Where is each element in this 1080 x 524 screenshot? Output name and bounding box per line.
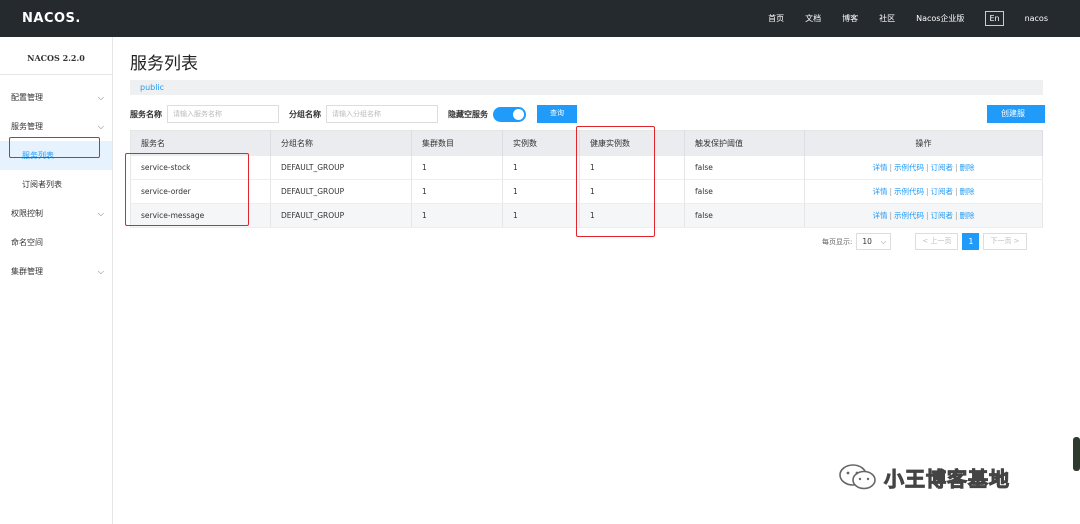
protect-threshold-cell: false xyxy=(684,179,805,204)
col-protect-threshold[interactable]: 触发保护阈值 xyxy=(684,130,805,156)
nav-enterprise[interactable]: Nacos企业版 xyxy=(916,13,964,24)
subscriber-link[interactable]: 订阅者 xyxy=(931,187,954,196)
op-separator: | xyxy=(925,211,929,220)
instance-count-cell: 1 xyxy=(502,203,580,228)
next-page-button[interactable]: 下一页 > xyxy=(983,233,1027,250)
group-name-cell: DEFAULT_GROUP xyxy=(270,203,412,228)
service-name-label: 服务名称 xyxy=(130,109,162,119)
nav-docs[interactable]: 文档 xyxy=(805,13,821,24)
sidebar-item-label: 配置管理 xyxy=(11,93,43,102)
watermark-text: 小王博客基地 xyxy=(884,466,1010,491)
cluster-count-cell: 1 xyxy=(411,179,503,204)
sample-code-link[interactable]: 示例代码 xyxy=(894,211,924,220)
col-cluster-count[interactable]: 集群数目 xyxy=(411,130,503,156)
delete-link[interactable]: 删除 xyxy=(960,187,975,196)
op-separator: | xyxy=(925,187,929,196)
detail-link[interactable]: 详情 xyxy=(872,211,887,220)
protect-threshold-cell: false xyxy=(684,203,805,228)
sidebar-item-label: 订阅者列表 xyxy=(22,180,62,189)
operations-cell: 详情 | 示例代码 | 订阅者 | 删除 xyxy=(804,179,1043,204)
group-name-input[interactable]: 请输入分组名称 xyxy=(326,105,438,123)
user-name[interactable]: nacos xyxy=(1025,14,1048,23)
sidebar-item-label: 服务管理 xyxy=(11,122,43,131)
detail-link[interactable]: 详情 xyxy=(872,163,887,172)
col-instance-count[interactable]: 实例数 xyxy=(502,130,580,156)
op-separator: | xyxy=(955,211,958,220)
per-page-value: 10 xyxy=(862,237,872,246)
highlight-box-service-names xyxy=(125,153,249,226)
op-separator: | xyxy=(955,187,958,196)
op-separator: | xyxy=(889,162,892,172)
delete-link[interactable]: 删除 xyxy=(960,163,975,172)
page-title: 服务列表 xyxy=(130,54,198,74)
language-toggle[interactable]: En xyxy=(985,11,1004,26)
nav-home[interactable]: 首页 xyxy=(768,13,784,24)
sidebar-item-namespace[interactable]: 命名空间 xyxy=(0,228,112,257)
op-separator: | xyxy=(889,211,892,220)
sidebar-item-cluster-management[interactable]: 集群管理 ⌵ xyxy=(0,257,112,286)
sample-code-link[interactable]: 示例代码 xyxy=(894,163,924,172)
op-separator: | xyxy=(925,162,929,172)
cluster-count-cell: 1 xyxy=(411,203,503,228)
chevron-down-icon: ⌵ xyxy=(880,237,887,246)
pagination: 每页显示: 10 ⌵ < 上一页 1 下一页 > xyxy=(822,233,1031,250)
top-navbar: NACOS. 首页 文档 博客 社区 Nacos企业版 En nacos xyxy=(0,0,1080,37)
col-service-name[interactable]: 服务名 xyxy=(130,130,271,156)
per-page-label: 每页显示: xyxy=(822,237,853,246)
main-content: 服务列表 public 服务名称 请输入服务名称 分组名称 请输入分组名称 隐藏… xyxy=(130,37,1045,250)
sidebar-item-subscriber-list[interactable]: 订阅者列表 xyxy=(0,170,112,199)
wechat-icon xyxy=(839,464,876,490)
sidebar-item-label: 集群管理 xyxy=(11,267,43,276)
page-number-current[interactable]: 1 xyxy=(962,233,980,250)
query-button[interactable]: 查询 xyxy=(537,105,577,123)
create-service-button[interactable]: 创建服务 xyxy=(987,105,1045,136)
nav-blog[interactable]: 博客 xyxy=(842,13,858,24)
delete-link[interactable]: 删除 xyxy=(960,211,975,220)
version-label: NACOS 2.2.0 xyxy=(0,37,112,75)
nav-community[interactable]: 社区 xyxy=(879,13,895,24)
instance-count-cell: 1 xyxy=(502,179,580,204)
nacos-logo[interactable]: NACOS. xyxy=(22,11,81,26)
hide-empty-label: 隐藏空服务 xyxy=(448,109,488,119)
detail-link[interactable]: 详情 xyxy=(872,187,887,196)
sidebar: NACOS 2.2.0 配置管理 ⌵ 服务管理 ⌵ 服务列表 订阅者列表 权限控… xyxy=(0,37,113,524)
top-nav: 首页 文档 博客 社区 Nacos企业版 En nacos xyxy=(768,0,1080,37)
subscriber-link[interactable]: 订阅者 xyxy=(931,211,954,220)
operations-cell: 详情 | 示例代码 | 订阅者 | 删除 xyxy=(804,155,1043,180)
col-group-name[interactable]: 分组名称 xyxy=(270,130,412,156)
hide-empty-toggle[interactable] xyxy=(493,106,526,122)
group-name-cell: DEFAULT_GROUP xyxy=(270,155,412,180)
op-separator: | xyxy=(955,162,958,172)
sidebar-item-label: 权限控制 xyxy=(11,209,43,218)
sample-code-link[interactable]: 示例代码 xyxy=(894,187,924,196)
chevron-down-icon: ⌵ xyxy=(97,93,104,102)
watermark: 小王博客基地 xyxy=(838,462,1048,492)
subscriber-link[interactable]: 订阅者 xyxy=(931,163,954,172)
namespace-bar: public xyxy=(130,80,1043,95)
chevron-down-icon: ⌵ xyxy=(97,209,104,218)
col-operations: 操作 xyxy=(804,130,1043,156)
operations-cell: 详情 | 示例代码 | 订阅者 | 删除 xyxy=(804,203,1043,228)
sidebar-item-access-control[interactable]: 权限控制 ⌵ xyxy=(0,199,112,228)
sidebar-item-label: 命名空间 xyxy=(11,238,43,247)
scrollbar-thumb[interactable] xyxy=(1073,437,1080,471)
chevron-down-icon: ⌵ xyxy=(97,267,104,276)
per-page-select[interactable]: 10 ⌵ xyxy=(856,233,892,250)
highlight-box-service-list xyxy=(9,137,100,158)
sidebar-item-config-management[interactable]: 配置管理 ⌵ xyxy=(0,83,112,112)
group-name-cell: DEFAULT_GROUP xyxy=(270,179,412,204)
group-name-label: 分组名称 xyxy=(289,109,321,119)
instance-count-cell: 1 xyxy=(502,155,580,180)
filter-bar: 服务名称 请输入服务名称 分组名称 请输入分组名称 隐藏空服务 查询 创建服务 xyxy=(130,104,1045,136)
prev-page-button[interactable]: < 上一页 xyxy=(915,233,959,250)
protect-threshold-cell: false xyxy=(684,155,805,180)
namespace-public[interactable]: public xyxy=(140,83,164,92)
op-separator: | xyxy=(889,187,892,196)
cluster-count-cell: 1 xyxy=(411,155,503,180)
highlight-box-healthy-instances xyxy=(576,126,655,237)
service-name-input[interactable]: 请输入服务名称 xyxy=(167,105,279,123)
